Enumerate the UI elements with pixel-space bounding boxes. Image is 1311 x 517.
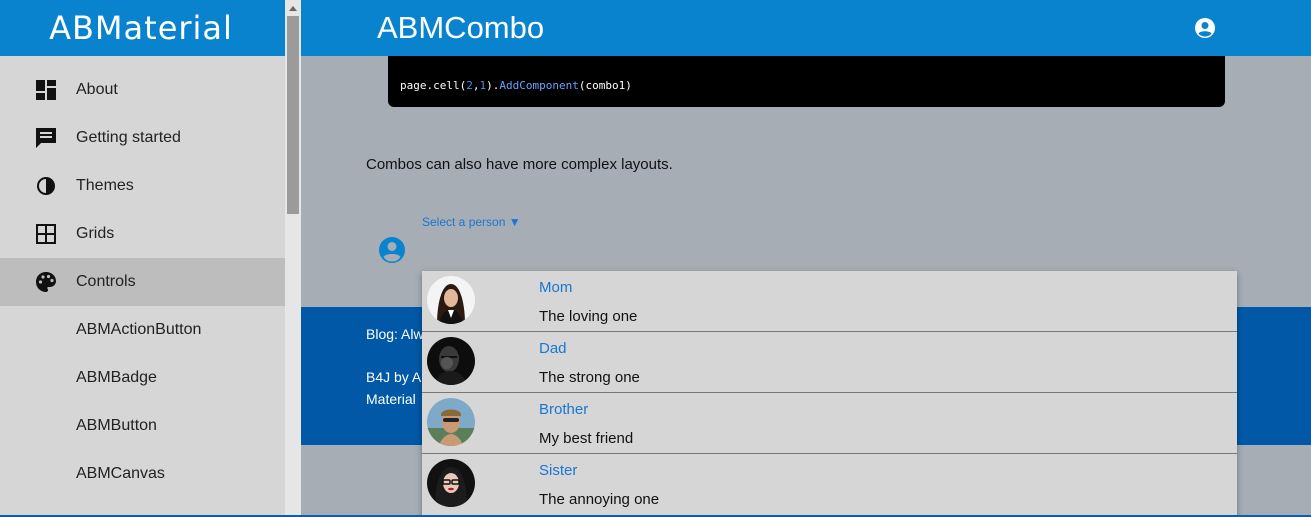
description-paragraph: Combos can also have more complex layout… — [366, 156, 673, 173]
sidebar-item-label: Grids — [76, 225, 115, 242]
person-dropdown: Mom The loving one Dad The strong one Br… — [422, 271, 1237, 517]
avatar — [427, 337, 475, 385]
footer-material-text: Material — [366, 391, 416, 407]
sidebar-subitem-abmactionbutton[interactable]: ABMActionButton — [0, 306, 285, 354]
sidebar-item-themes[interactable]: Themes — [0, 162, 285, 210]
grid-icon — [34, 222, 58, 246]
option-name: Dad — [539, 340, 567, 357]
dropdown-option-mom[interactable]: Mom The loving one — [422, 271, 1237, 332]
code-block: page.cell(2,1).AddComponent(combo1) — [388, 56, 1225, 107]
sidebar-scrollbar[interactable] — [285, 0, 301, 517]
sidebar-subitem-abmbadge[interactable]: ABMBadge — [0, 354, 285, 402]
top-bar: ABMCombo — [301, 0, 1311, 56]
sidebar-item-grids[interactable]: Grids — [0, 210, 285, 258]
option-name: Sister — [539, 462, 578, 479]
person-combo-select[interactable]: Select a person ▼ — [422, 215, 521, 229]
brand-logo[interactable]: ABMaterial — [0, 0, 285, 56]
account-circle-icon — [378, 236, 406, 264]
sidebar-item-getting-started[interactable]: Getting started — [0, 114, 285, 162]
sidebar-subitem-abmcanvas[interactable]: ABMCanvas — [0, 450, 285, 498]
sidebar-item-controls[interactable]: Controls — [0, 258, 285, 306]
code-token: ). — [486, 79, 500, 92]
option-description: The annoying one — [539, 491, 660, 508]
avatar — [427, 459, 475, 507]
option-description: The loving one — [539, 308, 638, 325]
palette-icon — [34, 270, 58, 294]
avatar — [427, 276, 475, 324]
code-token: 2 — [466, 79, 473, 92]
sidebar-subitem-abmbutton[interactable]: ABMButton — [0, 402, 285, 450]
option-name: Brother — [539, 401, 589, 418]
sidebar: ABMaterial About Getting started Themes … — [0, 0, 285, 517]
option-description: The strong one — [539, 369, 640, 386]
dropdown-option-dad[interactable]: Dad The strong one — [422, 332, 1237, 393]
chat-icon — [34, 126, 58, 150]
option-description: My best friend — [539, 430, 634, 447]
contrast-icon — [34, 174, 58, 198]
page-title: ABMCombo — [377, 10, 545, 45]
footer-b4j-text: B4J by A — [366, 369, 422, 385]
code-token: (combo1) — [578, 79, 632, 92]
sidebar-item-label: Controls — [76, 273, 136, 290]
avatar — [427, 398, 475, 446]
scroll-up-arrow-icon[interactable] — [285, 0, 301, 16]
sidebar-nav: About Getting started Themes Grids Contr… — [0, 66, 285, 498]
footer-blog-text: Blog: Alw — [366, 326, 424, 342]
dropdown-option-brother[interactable]: Brother My best friend — [422, 393, 1237, 454]
scrollbar-thumb[interactable] — [287, 16, 299, 214]
sidebar-item-label: Themes — [76, 177, 134, 194]
sidebar-item-label: About — [76, 81, 118, 98]
sidebar-item-label: Getting started — [76, 129, 181, 146]
code-token: page.cell( — [400, 79, 467, 92]
dropdown-option-sister[interactable]: Sister The annoying one — [422, 454, 1237, 515]
code-token: AddComponent — [499, 79, 579, 92]
sidebar-item-about[interactable]: About — [0, 66, 285, 114]
dashboard-icon — [34, 78, 58, 102]
option-name: Mom — [539, 279, 573, 296]
account-circle-icon[interactable] — [1194, 17, 1216, 39]
